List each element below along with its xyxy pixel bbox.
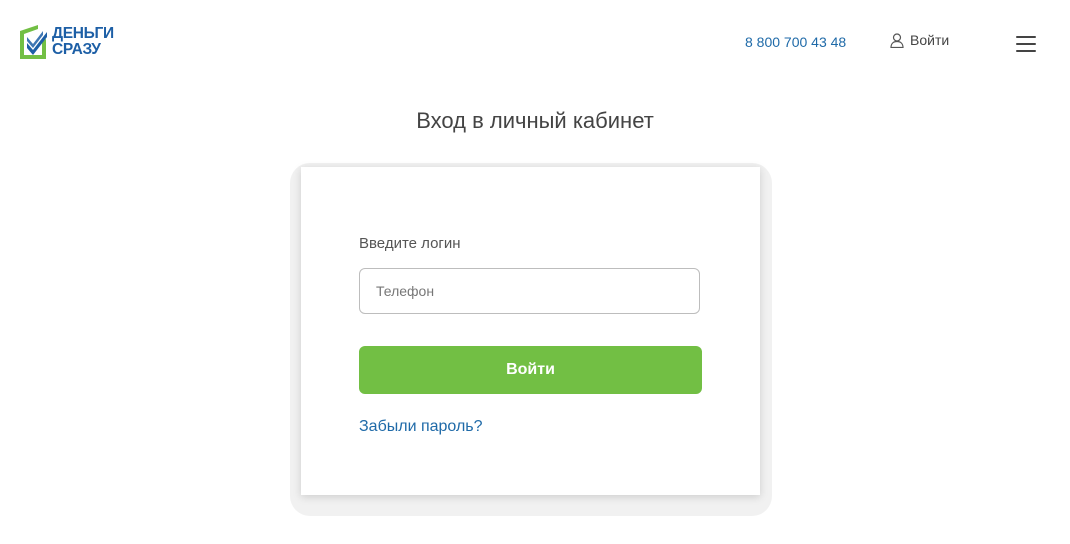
page-title: Вход в личный кабинет	[416, 108, 654, 133]
forgot-password-link[interactable]: Забыли пароль?	[359, 418, 483, 436]
header-login-label: Войти	[910, 32, 950, 48]
logo-line-1: ДЕНЬГИ	[52, 25, 114, 42]
login-field-label: Введите логин	[359, 235, 461, 252]
logo-text: ДЕНЬГИ СРАЗУ	[52, 26, 114, 58]
header-login-link[interactable]: Войти	[890, 32, 949, 48]
logo-line-2: СРАЗУ	[52, 41, 101, 58]
login-submit-button[interactable]: Войти	[359, 346, 702, 394]
phone-link[interactable]: 8 800 700 43 48	[745, 34, 846, 50]
logo[interactable]: ДЕНЬГИ СРАЗУ	[18, 23, 114, 61]
login-card: Введите логин Войти Забыли пароль?	[301, 167, 760, 495]
phone-input[interactable]	[359, 268, 700, 314]
user-icon	[890, 32, 904, 48]
logo-mark-icon	[20, 25, 47, 59]
hamburger-menu-icon[interactable]	[1016, 36, 1036, 53]
site-header: ДЕНЬГИ СРАЗУ 8 800 700 43 48 Войти	[0, 0, 1070, 80]
